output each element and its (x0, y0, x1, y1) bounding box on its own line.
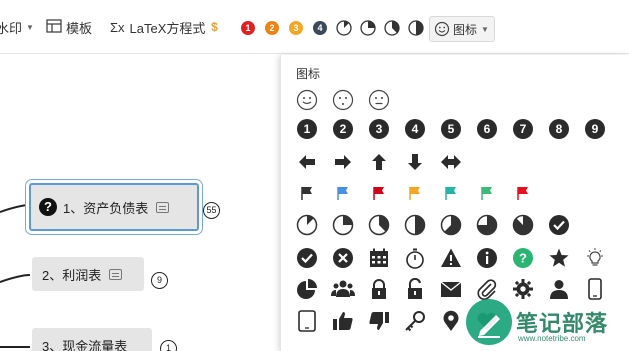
icon-dropdown-label: 图标 (453, 22, 478, 37)
node-label: 2、利润表 (42, 267, 102, 283)
watermark-menu[interactable]: 水印 ▼ (0, 0, 34, 54)
watermark-label: 水印 (0, 20, 23, 36)
phone-icon[interactable] (583, 277, 607, 301)
number-7-icon[interactable]: 7 (511, 117, 535, 141)
key-icon[interactable] (403, 309, 427, 333)
tablet-icon[interactable] (295, 309, 319, 333)
child-count-badge[interactable]: 1 (160, 340, 177, 351)
neutral-face-icon[interactable] (331, 88, 355, 112)
arrow-right-icon[interactable] (331, 150, 355, 174)
number-9-icon[interactable]: 9 (583, 117, 607, 141)
number-2-icon[interactable]: 2 (331, 117, 355, 141)
priority-2-button[interactable]: 2 (265, 21, 279, 35)
map-pin-icon[interactable] (439, 309, 463, 333)
unlock-icon[interactable] (403, 277, 427, 301)
progress-5-8-icon[interactable] (439, 213, 463, 237)
mindmap-node-balance-sheet[interactable]: ? 1、资产负债表 (29, 183, 199, 231)
template-button[interactable]: 模板 (46, 0, 92, 54)
progress-1-8-icon[interactable] (295, 213, 319, 237)
number-8-icon[interactable]: 8 (547, 117, 571, 141)
calendar-icon[interactable] (367, 246, 391, 270)
people-icon[interactable] (331, 277, 355, 301)
arrows-horizontal-icon[interactable] (439, 150, 463, 174)
template-label: 模板 (66, 20, 93, 36)
progress-1-2-icon[interactable] (403, 213, 427, 237)
flag-orange-icon[interactable] (403, 181, 427, 205)
progress-3-4-icon[interactable] (475, 213, 499, 237)
arrow-down-icon[interactable] (403, 150, 427, 174)
check-circle-icon[interactable] (295, 246, 319, 270)
priority-1-button[interactable]: 1 (241, 21, 255, 35)
priority-4-button[interactable]: 4 (313, 21, 327, 35)
heart-icon[interactable] (475, 309, 499, 333)
child-count-badge[interactable]: 9 (151, 272, 168, 289)
pie-chart-icon[interactable] (295, 277, 319, 301)
lock-icon[interactable] (367, 277, 391, 301)
paperclip-icon[interactable] (475, 277, 499, 301)
smile-icon (434, 21, 450, 37)
warning-icon[interactable] (439, 246, 463, 270)
flag-red2-icon[interactable] (511, 181, 535, 205)
mindmap-node-income-statement[interactable]: 2、利润表 (32, 257, 144, 291)
envelope-icon[interactable] (439, 277, 463, 301)
flag-black-icon[interactable] (295, 181, 319, 205)
arrow-up-icon[interactable] (367, 150, 391, 174)
person-icon[interactable] (547, 277, 571, 301)
thumbs-down-icon[interactable] (367, 309, 391, 333)
chevron-down-icon: ▼ (26, 22, 34, 32)
progress-3-8-button[interactable] (384, 20, 400, 36)
svg-text:?: ? (519, 251, 527, 266)
thumbs-up-icon[interactable] (331, 309, 355, 333)
bulb-icon[interactable] (583, 246, 607, 270)
info-icon[interactable] (475, 246, 499, 270)
question-icon: ? (39, 198, 57, 216)
flag-red-icon[interactable] (367, 181, 391, 205)
note-icon[interactable] (156, 201, 170, 213)
flag-blue-icon[interactable] (331, 181, 355, 205)
number-6-icon[interactable]: 6 (475, 117, 499, 141)
sad-face-icon[interactable] (367, 88, 391, 112)
progress-1-2-button[interactable] (408, 20, 424, 36)
template-icon (46, 18, 62, 36)
gear-icon[interactable] (511, 277, 535, 301)
chevron-down-icon: ▼ (481, 24, 489, 34)
child-count-badge[interactable]: 55 (203, 202, 220, 219)
progress-7-8-icon[interactable] (511, 213, 535, 237)
latex-label: LaTeX方程式 (129, 20, 206, 36)
panel-title: 图标 (296, 67, 321, 81)
icon-dropdown-button[interactable]: 图标 ▼ (429, 16, 495, 42)
star-icon[interactable] (547, 246, 571, 270)
progress-1-4-button[interactable] (360, 20, 376, 36)
number-4-icon[interactable]: 4 (403, 117, 427, 141)
progress-1-4-icon[interactable] (331, 213, 355, 237)
node-label: 1、资产负债表 (63, 200, 149, 216)
priority-3-button[interactable]: 3 (289, 21, 303, 35)
flag-green-icon[interactable] (475, 181, 499, 205)
cross-circle-icon[interactable] (331, 246, 355, 270)
number-3-icon[interactable]: 3 (367, 117, 391, 141)
premium-badge: $ (211, 19, 218, 34)
progress-1-8-button[interactable] (336, 20, 352, 36)
latex-icon: Σx (110, 19, 125, 35)
question-icon[interactable]: ? (511, 246, 535, 270)
note-icon[interactable] (109, 268, 123, 280)
icon-picker-panel: 图标 1 2 3 4 5 6 7 8 9 ? (280, 55, 629, 351)
mindmap-node-cash-flow[interactable]: 3、现金流量表 (32, 328, 152, 351)
number-5-icon[interactable]: 5 (439, 117, 463, 141)
stopwatch-icon[interactable] (403, 246, 427, 270)
latex-button[interactable]: Σx LaTeX方程式 $ (110, 0, 220, 54)
arrow-left-icon[interactable] (295, 150, 319, 174)
smile-face-icon[interactable] (295, 88, 319, 112)
flag-teal-icon[interactable] (439, 181, 463, 205)
progress-done-icon[interactable] (547, 213, 571, 237)
toolbar: 水印 ▼ 模板 Σx LaTeX方程式 $ 1 2 3 4 图标 ▼ (0, 0, 629, 54)
number-1-icon[interactable]: 1 (295, 117, 319, 141)
progress-3-8-icon[interactable] (367, 213, 391, 237)
node-label: 3、现金流量表 (42, 338, 128, 351)
